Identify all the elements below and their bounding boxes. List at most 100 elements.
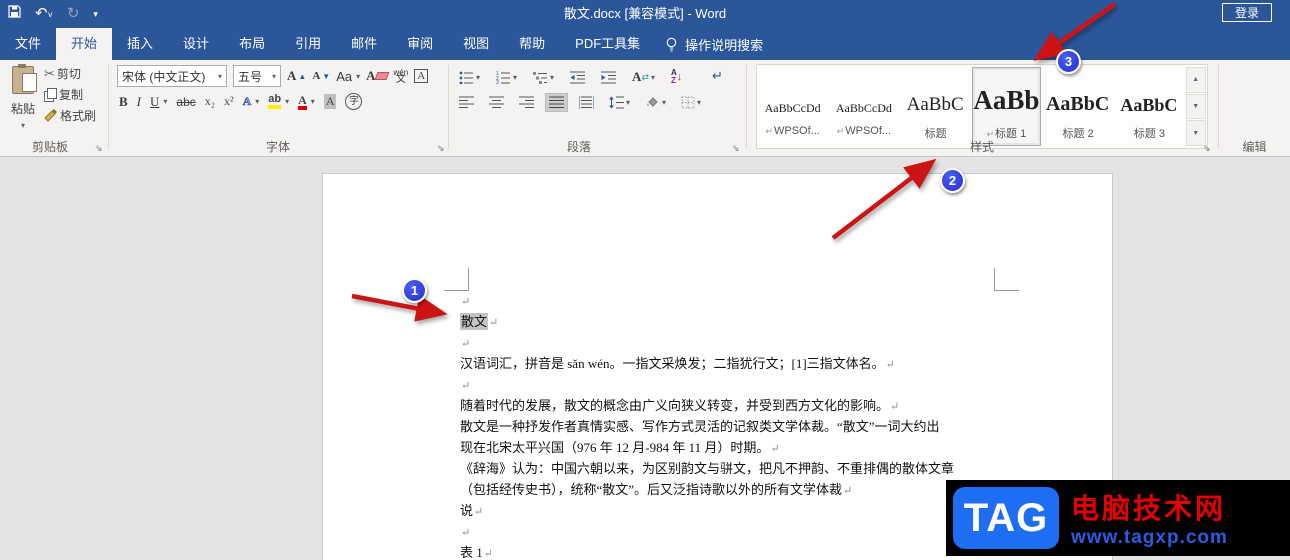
clipboard-group-label: 剪贴板 [31,140,68,154]
editing-group: 查找 abac 替换 选择 编辑 [1219,60,1290,156]
numbering-button[interactable]: 123 [492,68,521,87]
ribbon: 粘贴 ▾ ✂ 剪切 复制 格式刷 剪贴板 ⇘ 宋体 (中文正文) ▾ 五号 ▾ A ▲ … [0,60,1290,157]
grow-font-button[interactable]: A ▲ [287,68,306,84]
align-left-icon [459,96,474,108]
align-right-button[interactable] [515,93,538,112]
distributed-button[interactable] [575,93,598,112]
brush-icon [44,109,57,122]
tab-layout[interactable]: 布局 [224,28,280,60]
style-heading-3[interactable]: AaBbC 标题 3 [1114,67,1183,146]
text-line: ↵ [461,338,471,350]
sort-button[interactable]: A Z ↓ [667,66,686,88]
multilevel-icon [533,71,548,84]
bold-button[interactable]: B [119,94,128,110]
decrease-indent-button[interactable] [566,68,589,87]
style-wpsoffice-2[interactable]: AaBbCcDd ↵WPSOf... [829,67,898,146]
tab-design[interactable]: 设计 [168,28,224,60]
line-spacing-icon [609,96,624,109]
svg-text:3: 3 [496,80,499,84]
enclose-characters-button[interactable]: 字 [345,93,363,110]
scissors-icon: ✂ [44,65,55,81]
styles-group-label: 样式 [969,140,994,154]
phonetic-guide-button[interactable]: wén 文 [394,69,409,85]
sign-in-button[interactable]: 登录 [1221,3,1272,22]
copy-button[interactable]: 复制 [44,86,96,103]
text-line: 随着时代的发展，散文的概念由广义向狭义转变，并受到西方文化的影响。↵ [460,398,900,413]
font-color-button[interactable]: A [298,94,315,110]
align-center-button[interactable] [485,93,508,112]
paragraph-group: 123 A⇄ AZ↓ ↵ 段落 ⇘ [449,60,745,156]
styles-dialog-launcher[interactable]: ⇘ [1203,144,1211,153]
underline-button[interactable]: U [150,94,167,110]
shading-button[interactable] [641,93,670,112]
tab-references[interactable]: 引用 [280,28,336,60]
style-heading-2[interactable]: AaBbC 标题 2 [1043,67,1112,146]
align-right-icon [519,96,534,108]
borders-button[interactable] [677,93,705,112]
paint-bucket-icon [647,97,658,107]
shrink-font-button[interactable]: A ▼ [312,70,330,82]
tab-home[interactable]: 开始 [56,28,113,60]
show-marks-button[interactable]: ↵ [712,68,723,84]
bullets-icon [459,71,473,84]
eraser-icon [374,72,389,80]
justify-icon [549,96,564,108]
editing-group-label: 编辑 [1242,140,1267,154]
selected-heading[interactable]: 散文 [460,313,489,330]
italic-button[interactable]: I [137,94,141,110]
align-left-button[interactable] [455,93,478,112]
font-family-combo[interactable]: 宋体 (中文正文) ▾ [117,65,227,87]
margin-corner-right [994,268,1019,291]
bullets-button[interactable] [455,68,484,87]
subscript-button[interactable]: x₂ [205,94,215,109]
cut-button[interactable]: ✂ 剪切 [44,65,96,82]
increase-indent-button[interactable] [597,68,620,87]
paragraph-dialog-launcher[interactable]: ⇘ [732,144,740,153]
font-group-label: 字体 [265,140,290,154]
empty-line: ↵ [461,296,471,308]
font-size-combo[interactable]: 五号 ▾ [233,65,281,87]
strikethrough-button[interactable]: abc [176,95,195,109]
step-badge-1: 1 [402,278,427,303]
format-painter-button[interactable]: 格式刷 [44,107,96,124]
tab-help[interactable]: 帮助 [504,28,560,60]
highlight-button[interactable]: ab [268,94,289,109]
multilevel-list-button[interactable] [529,68,558,87]
text-line: ↵ [461,380,471,392]
step-badge-2: 2 [940,168,965,193]
increase-indent-icon [601,71,617,83]
copy-icon [44,87,57,102]
text-effects-button[interactable]: A [242,94,260,109]
tab-pdf-tools[interactable]: PDF工具集 [560,28,655,60]
watermark-site-name: 电脑技术网 [1071,494,1227,525]
tab-insert[interactable]: 插入 [112,28,168,60]
paste-icon [12,64,37,94]
superscript-button[interactable]: x² [224,94,234,109]
line-spacing-button[interactable] [605,93,634,112]
text-line: 《辞海》认为：中国六朝以来，为区别韵文与骈文，把凡不押韵、不重排偶的散体文章 [460,461,955,476]
character-shading-button[interactable]: A [323,94,337,109]
change-case-button[interactable]: Aa [336,69,360,84]
clipboard-group: 粘贴 ▾ ✂ 剪切 复制 格式刷 剪贴板 ⇘ [0,60,108,156]
tab-review[interactable]: 审阅 [392,28,448,60]
style-title[interactable]: AaBbC 标题 [901,67,970,146]
justify-button[interactable] [545,93,568,112]
style-heading-1[interactable]: AaBb ↵标题 1 [971,67,1041,146]
clipboard-dialog-launcher[interactable]: ⇘ [95,144,103,153]
distributed-icon [579,96,594,109]
character-border-button[interactable]: A [414,69,429,83]
styles-scroll-up[interactable]: ▲ [1185,67,1206,93]
tab-file[interactable]: 文件 [0,28,56,60]
step-badge-3: 3 [1056,49,1081,74]
tell-me-search[interactable]: 操作说明搜索 [655,28,773,60]
text-line: 汉语词汇，拼音是 sǎn wén。一指文采焕发；二指犹行文；[1]三指文体名。↵ [460,356,895,371]
font-dialog-launcher[interactable]: ⇘ [437,144,445,153]
font-group: 宋体 (中文正文)▾ 五号▾ A▲ A▼ Aa A wén文 A B I U a… [109,60,447,156]
style-wpsoffice-1[interactable]: AaBbCcDd ↵WPSOf... [758,67,827,146]
asian-layout-button[interactable]: A ⇄ [628,66,659,88]
paste-button[interactable]: 粘贴 ▾ [5,64,41,148]
styles-scroll-down[interactable]: ▼ [1185,93,1206,120]
clear-formatting-button[interactable]: A [366,68,389,84]
tab-view[interactable]: 视图 [448,28,504,60]
tab-mailings[interactable]: 邮件 [336,28,392,60]
